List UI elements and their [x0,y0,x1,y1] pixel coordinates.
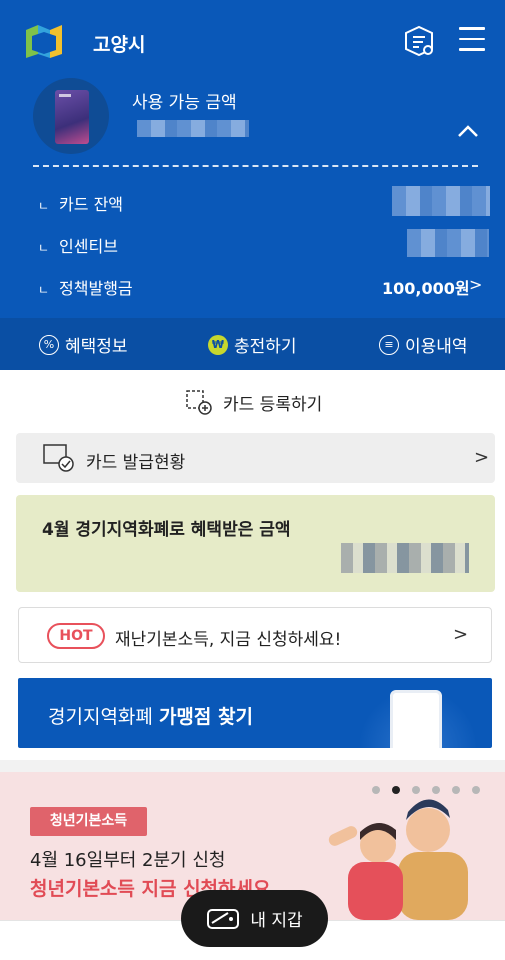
chevron-right-icon[interactable]: > [469,275,482,294]
usage-history-button[interactable]: ≡ 이용내역 [379,332,468,357]
policy-amount[interactable]: 100,000원 [382,275,470,299]
dashed-divider [33,165,478,167]
chevron-right-icon: > [474,447,490,468]
banner-tag: 청년기본소득 [30,807,147,836]
hot-notice[interactable]: HOT 재난기본소득, 지금 신청하세요! > [18,607,492,663]
benefit-amount-card: 4월 경기지역화폐로 혜택받은 금액 [16,495,495,592]
hot-badge: HOT [47,623,105,649]
card-add-icon [186,390,212,415]
benefit-info-button[interactable]: % 혜택정보 [39,332,128,357]
city-title: 고양시 [93,34,146,56]
wallet-icon [207,908,240,929]
available-amount-redacted [137,120,249,137]
won-icon: ₩ [208,334,228,355]
card-check-icon [43,444,74,472]
balance-row-incentive: ㄴ 인센티브 [38,237,118,256]
card-balance-redacted [392,186,490,216]
balance-header: 고양시 사용 가능 금액 ㄴ 카드 잔액 ㄴ 인센티브 ㄴ 정책발행금 100,000… [0,0,505,318]
store-phone-icon [390,690,442,748]
benefit-amount-redacted [341,543,469,573]
available-amount-label: 사용 가능 금액 [132,93,237,113]
find-store-banner[interactable]: 경기지역화폐 가맹점 찾기 [18,678,492,748]
balance-row-policy[interactable]: ㄴ 정책발행금 [38,275,133,299]
incentive-redacted [407,229,489,257]
gyeonggi-logo-icon[interactable] [24,24,64,60]
balance-row-card: ㄴ 카드 잔액 [38,195,124,214]
list-icon: ≡ [379,334,399,355]
percent-icon: % [39,334,59,355]
screen: 고양시 사용 가능 금액 ㄴ 카드 잔액 ㄴ 인센티브 ㄴ 정책발행금 100,000… [0,0,505,960]
chevron-right-icon: > [453,624,469,645]
banner-line1: 4월 16일부터 2분기 신청 [30,850,226,871]
charge-button[interactable]: ₩ 충전하기 [208,332,297,357]
chevron-up-icon[interactable] [457,124,479,138]
document-settings-icon[interactable] [402,24,436,58]
register-card-button[interactable]: 카드 등록하기 [185,388,322,416]
card-image[interactable] [33,78,109,154]
menu-icon[interactable] [459,27,487,53]
card-issuance-status[interactable]: 카드 발급현황 > [16,433,495,483]
my-wallet-button[interactable]: 내 지갑 [181,890,328,947]
action-bar: % 혜택정보 ₩ 충전하기 ≡ 이용내역 [0,318,505,370]
people-illustration [328,799,468,920]
